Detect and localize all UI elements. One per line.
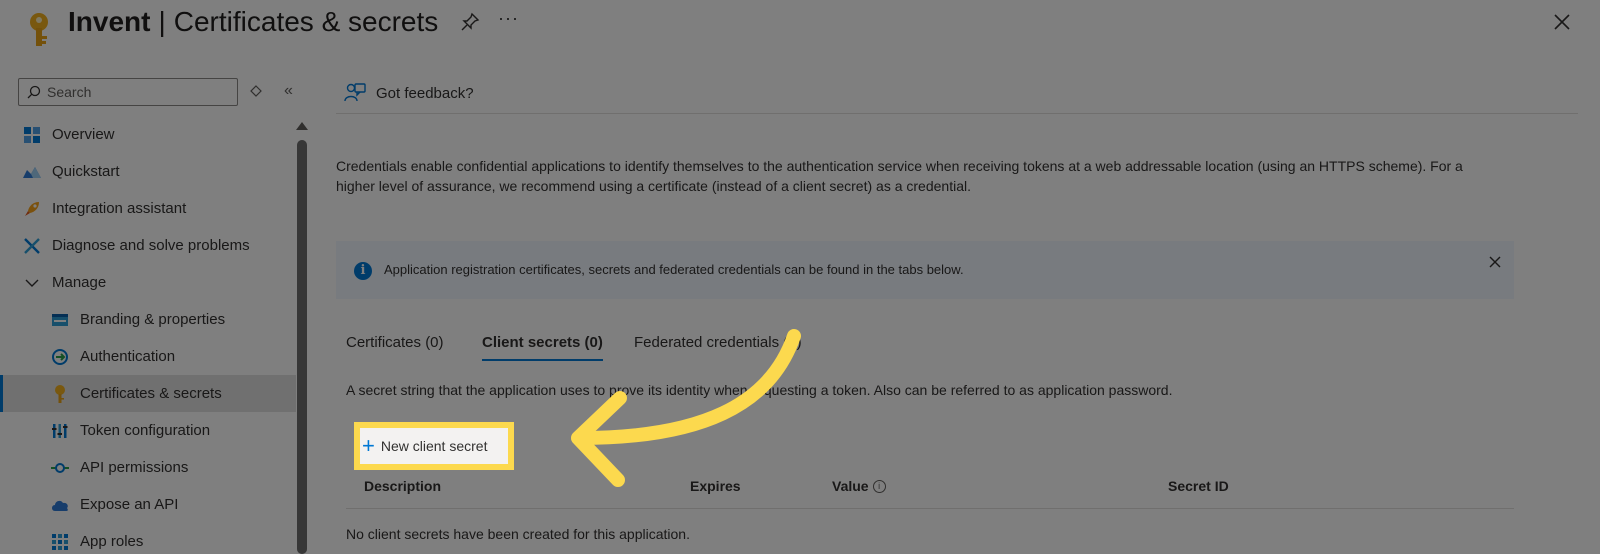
collapse-sidebar-button[interactable]: « xyxy=(284,82,293,100)
page-title: Invent | Certificates & secrets xyxy=(68,6,439,37)
scroll-up-arrow[interactable] xyxy=(296,122,308,130)
app-name: Invent xyxy=(68,6,151,37)
sidebar-nav: Overview Quickstart Integration assistan… xyxy=(0,116,296,554)
new-client-secret-label: New client secret xyxy=(380,438,488,454)
search-icon xyxy=(27,85,41,99)
close-icon[interactable] xyxy=(1552,12,1572,32)
sidebar-item-token-configuration[interactable]: Token configuration xyxy=(0,412,296,449)
column-header-secret-id: Secret ID xyxy=(1168,478,1229,494)
branding-icon xyxy=(50,310,70,330)
sidebar-item-label: Branding & properties xyxy=(80,311,226,328)
feedback-button[interactable]: Got feedback? xyxy=(344,82,474,104)
blade-title: Certificates & secrets xyxy=(173,6,439,37)
key-icon xyxy=(50,384,70,404)
sidebar-item-overview[interactable]: Overview xyxy=(0,116,296,153)
column-header-value: Value i xyxy=(832,478,886,494)
table-header-divider xyxy=(346,508,1514,509)
wrench-icon xyxy=(22,236,42,256)
sidebar-item-label: App roles xyxy=(80,533,144,550)
sidebar-item-label: Diagnose and solve problems xyxy=(52,237,250,254)
column-header-description: Description xyxy=(364,478,442,494)
overview-icon xyxy=(22,125,42,145)
feedback-icon xyxy=(344,83,366,102)
new-client-secret-button[interactable]: + New client secret xyxy=(354,422,514,470)
sidebar-item-label: Expose an API xyxy=(80,496,179,513)
tab-client-secrets[interactable]: Client secrets (0) xyxy=(482,334,603,361)
sidebar-item-diagnose[interactable]: Diagnose and solve problems xyxy=(0,227,296,264)
search-input[interactable] xyxy=(47,82,232,102)
sidebar-item-api-permissions[interactable]: API permissions xyxy=(0,449,296,486)
new-client-secret-button-body: + New client secret xyxy=(360,428,508,464)
column-header-value-label: Value xyxy=(832,478,869,494)
sidebar-item-label: Integration assistant xyxy=(52,200,187,217)
sidebar-item-label: Certificates & secrets xyxy=(80,385,222,402)
sidebar-item-integration-assistant[interactable]: Integration assistant xyxy=(0,190,296,227)
api-permissions-icon xyxy=(50,458,70,478)
info-icon: i xyxy=(354,262,372,280)
info-icon[interactable]: i xyxy=(872,479,886,493)
info-banner-text: Application registration certificates, s… xyxy=(384,262,964,277)
sidebar-item-label: API permissions xyxy=(80,459,189,476)
sort-icon[interactable] xyxy=(250,85,262,97)
sidebar-item-app-roles[interactable]: App roles xyxy=(0,523,296,554)
authentication-icon xyxy=(50,347,70,367)
sidebar-item-label: Token configuration xyxy=(80,422,211,439)
client-secret-description: A secret string that the application use… xyxy=(346,382,1173,398)
close-icon[interactable] xyxy=(1488,255,1502,269)
sidebar-item-authentication[interactable]: Authentication xyxy=(0,338,296,375)
column-header-expires: Expires xyxy=(690,478,741,494)
tab-certificates[interactable]: Certificates (0) xyxy=(346,334,444,359)
sidebar-item-certificates-secrets[interactable]: Certificates & secrets xyxy=(0,375,296,412)
key-icon xyxy=(30,13,48,46)
cloud-icon xyxy=(50,495,70,515)
empty-table-message: No client secrets have been created for … xyxy=(346,526,690,542)
command-bar: Got feedback? xyxy=(336,76,1578,114)
feedback-label: Got feedback? xyxy=(376,84,474,102)
plus-icon: + xyxy=(362,433,375,458)
pin-icon[interactable] xyxy=(460,12,480,32)
credential-tabs: Certificates (0) Client secrets (0) Fede… xyxy=(346,334,1046,366)
sidebar-scrollbar-thumb[interactable] xyxy=(297,140,307,554)
sidebar-item-label: Manage xyxy=(52,274,107,291)
quickstart-icon xyxy=(22,162,42,182)
sidebar-item-label: Overview xyxy=(52,126,115,143)
sidebar-group-manage[interactable]: Manage xyxy=(0,264,296,301)
info-banner: i Application registration certificates,… xyxy=(336,241,1514,299)
search-box[interactable] xyxy=(18,78,238,106)
sidebar-item-branding[interactable]: Branding & properties xyxy=(0,301,296,338)
token-icon xyxy=(50,421,70,441)
sidebar-item-quickstart[interactable]: Quickstart xyxy=(0,153,296,190)
more-options-button[interactable]: ··· xyxy=(498,8,519,29)
sidebar-item-label: Quickstart xyxy=(52,163,120,180)
chevron-down-icon xyxy=(22,273,42,293)
sidebar-item-label: Authentication xyxy=(80,348,176,365)
tab-federated-credentials[interactable]: Federated credentials (0) xyxy=(634,334,802,359)
sidebar-item-expose-api[interactable]: Expose an API xyxy=(0,486,296,523)
app-roles-icon xyxy=(50,532,70,552)
credentials-intro: Credentials enable confidential applicat… xyxy=(336,158,1463,194)
rocket-icon xyxy=(22,199,42,219)
